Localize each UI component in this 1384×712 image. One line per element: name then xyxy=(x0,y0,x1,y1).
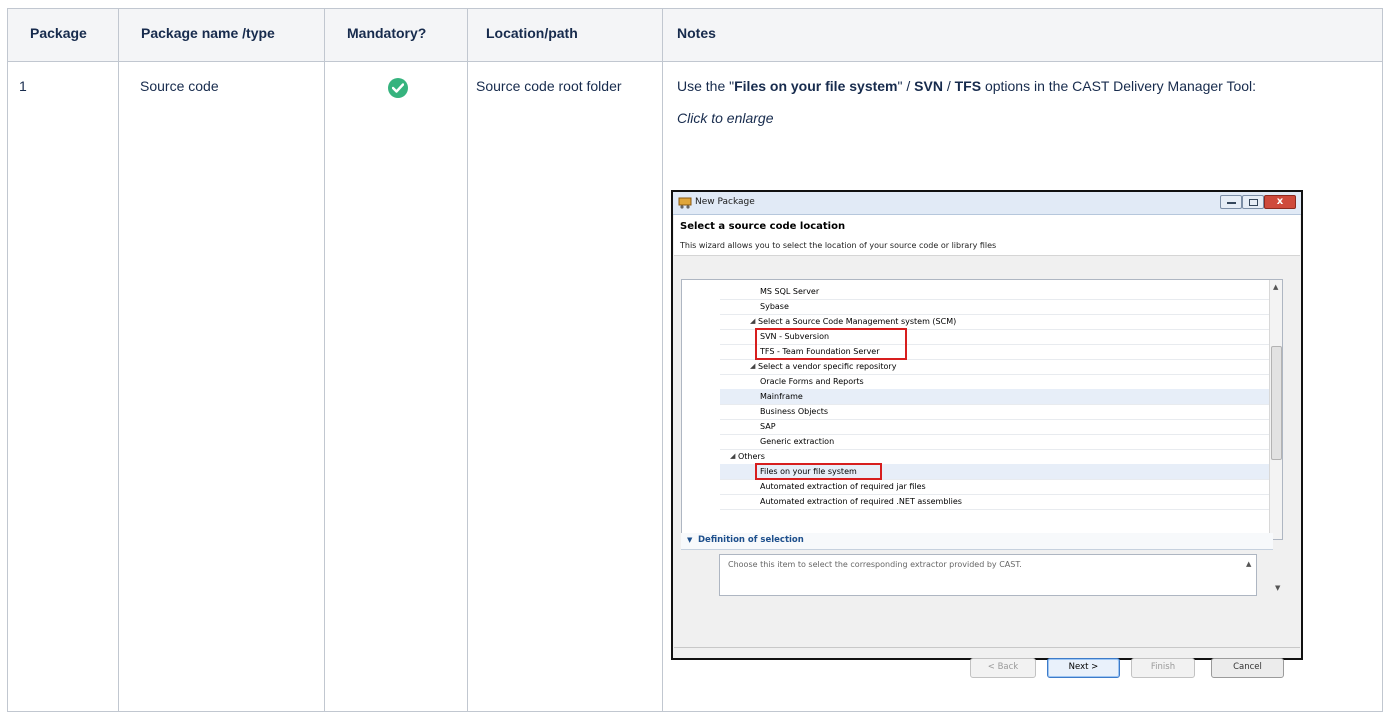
scroll-up-icon[interactable]: ▲ xyxy=(1273,283,1278,291)
cancel-button[interactable]: Cancel xyxy=(1211,658,1284,678)
scroll-thumb[interactable] xyxy=(1271,346,1282,460)
back-button[interactable]: < Back xyxy=(970,658,1036,678)
maximize-button[interactable] xyxy=(1242,195,1264,209)
notes-bold-svn: SVN xyxy=(914,78,943,94)
dialog-heading: Select a source code location xyxy=(680,221,846,232)
tree-item[interactable]: Mainframe xyxy=(720,389,1276,405)
expanded-triangle-icon: ◢ xyxy=(750,362,756,370)
cell-location: Source code root folder xyxy=(467,61,663,712)
tree-item[interactable]: Oracle Forms and Reports xyxy=(720,374,1276,390)
cell-package: 1 xyxy=(7,61,119,712)
dialog-header: Select a source code location This wizar… xyxy=(674,215,1300,256)
source-location-tree[interactable]: MS SQL Server Sybase ◢ Select a Source Co… xyxy=(681,279,1283,540)
tree-item[interactable]: MS SQL Server xyxy=(720,284,1276,300)
tree-item[interactable]: Generic extraction xyxy=(720,434,1276,450)
dialog-titlebar: New Package x xyxy=(673,192,1301,215)
cell-mandatory xyxy=(324,61,468,712)
tree-group[interactable]: ◢ Select a vendor specific repository xyxy=(720,359,1276,375)
header-notes: Notes xyxy=(662,8,1383,62)
expanded-triangle-icon: ◢ xyxy=(750,317,756,325)
new-package-dialog-image[interactable]: New Package x Select a source code locat… xyxy=(671,190,1303,678)
header-location: Location/path xyxy=(467,8,663,62)
collapse-triangle-icon: ▼ xyxy=(687,536,693,544)
header-mandatory: Mandatory? xyxy=(324,8,468,62)
click-to-enlarge: Click to enlarge xyxy=(677,110,774,126)
highlight-box-files xyxy=(755,463,882,480)
footer-divider xyxy=(674,647,1300,648)
notes-bold-files: Files on your file system xyxy=(734,78,898,94)
notes-bold-tfs: TFS xyxy=(954,78,982,94)
highlight-box-scm xyxy=(755,328,907,360)
header-package-name: Package name /type xyxy=(118,8,325,62)
tree-scrollbar[interactable]: ▲ xyxy=(1269,280,1282,539)
tree-item[interactable]: Business Objects xyxy=(720,404,1276,420)
definition-text-box: Choose this item to select the correspon… xyxy=(719,554,1257,596)
cell-package-name: Source code xyxy=(118,61,325,712)
dialog-title: New Package xyxy=(695,197,755,207)
tree-item[interactable]: Automated extraction of required jar fil… xyxy=(720,479,1276,495)
next-button[interactable]: Next > xyxy=(1047,658,1120,678)
check-circle-icon xyxy=(388,78,408,98)
tree-item[interactable]: Automated extraction of required .NET as… xyxy=(720,494,1276,510)
close-button[interactable]: x xyxy=(1264,195,1296,209)
expanded-triangle-icon: ◢ xyxy=(730,452,736,460)
scroll-up-icon[interactable]: ▲ xyxy=(1246,560,1251,568)
notes-text: Use the "Files on your file system" / SV… xyxy=(677,78,1257,94)
tree-item[interactable]: Sybase xyxy=(720,299,1276,315)
finish-button[interactable]: Finish xyxy=(1131,658,1195,678)
header-package: Package xyxy=(7,8,119,62)
scroll-down-icon[interactable]: ▼ xyxy=(1275,584,1280,592)
header-row: Package Package name /type Mandatory? Lo… xyxy=(7,8,1383,62)
minimize-button[interactable] xyxy=(1220,195,1242,209)
definition-section-header[interactable]: ▼ Definition of selection xyxy=(681,533,1273,550)
tree-item[interactable]: SAP xyxy=(720,419,1276,435)
dialog-subheading: This wizard allows you to select the loc… xyxy=(680,241,997,250)
package-icon xyxy=(678,197,692,209)
